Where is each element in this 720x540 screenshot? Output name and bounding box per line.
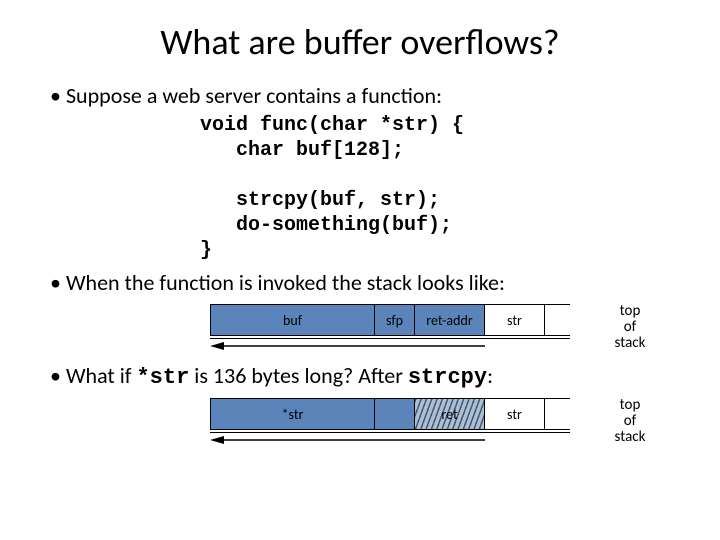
top-of-stack-label-2: top of stack xyxy=(600,398,660,445)
arrow-icon xyxy=(210,342,485,356)
cell-overflow-str: *str xyxy=(210,399,375,429)
cell-overflow-str2: str xyxy=(485,399,545,429)
inline-code-strcpy: strcpy xyxy=(408,365,487,390)
cell-overflow-sfp xyxy=(375,399,415,429)
slide-title: What are buffer overflows? xyxy=(40,20,680,64)
stack-diagram-2: *str ret str top of stack xyxy=(40,398,680,446)
inline-code-str: *str xyxy=(136,365,189,390)
arrow-icon xyxy=(210,436,485,450)
stack-diagram-1: buf sfp ret-addr str top of stack xyxy=(40,304,680,352)
bullet-2: When the function is invoked the stack l… xyxy=(50,269,680,296)
top-of-stack-label-1: top of stack xyxy=(600,304,660,351)
cell-overflow-ret: ret xyxy=(415,399,485,429)
cell-ret-addr: ret-addr xyxy=(415,305,485,335)
cell-str: str xyxy=(485,305,545,335)
cell-sfp: sfp xyxy=(375,305,415,335)
bullet-1: Suppose a web server contains a function… xyxy=(50,82,680,109)
cell-buf: buf xyxy=(210,305,375,335)
code-block: void func(char *str) { char buf[128]; st… xyxy=(200,113,680,263)
bullet-3: What if *str is 136 bytes long? After st… xyxy=(50,362,680,390)
